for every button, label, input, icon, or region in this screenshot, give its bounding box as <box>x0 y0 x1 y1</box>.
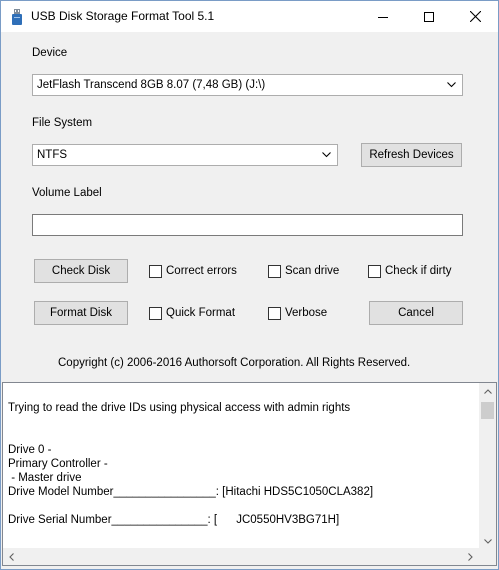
check-disk-button[interactable]: Check Disk <box>34 259 128 283</box>
checkbox-box[interactable] <box>268 264 281 278</box>
log-line: Trying to read the drive IDs using physi… <box>8 402 351 414</box>
scrollbar-corner <box>479 548 496 565</box>
minimize-button[interactable] <box>360 1 406 32</box>
chevron-left-icon <box>9 552 14 561</box>
format-disk-button[interactable]: Format Disk <box>34 301 128 325</box>
checkbox-box[interactable] <box>368 264 381 278</box>
close-button[interactable] <box>452 1 498 32</box>
filesystem-label: File System <box>32 117 93 129</box>
scan-drive-checkbox[interactable]: Scan drive <box>268 263 339 279</box>
chevron-down-icon <box>483 539 492 544</box>
quick-format-checkbox[interactable]: Quick Format <box>149 305 235 321</box>
close-icon <box>469 11 481 22</box>
correct-errors-label: Correct errors <box>166 265 237 277</box>
maximize-icon <box>424 11 434 22</box>
filesystem-select-value: NTFS <box>37 149 68 161</box>
minimize-icon <box>378 16 388 18</box>
device-select-value: JetFlash Transcend 8GB 8.07 (7,48 GB) (J… <box>37 79 266 91</box>
log-line: Primary Controller - <box>8 458 108 470</box>
correct-errors-checkbox[interactable]: Correct errors <box>149 263 237 279</box>
copyright-text: Copyright (c) 2006-2016 Authorsoft Corpo… <box>58 357 411 369</box>
usb-drive-icon <box>11 9 23 25</box>
quick-format-label: Quick Format <box>166 307 236 319</box>
scroll-up-button[interactable] <box>479 383 496 400</box>
checkbox-box[interactable] <box>268 306 281 320</box>
verbose-checkbox[interactable]: Verbose <box>268 305 327 321</box>
chevron-up-icon <box>483 389 492 394</box>
chevron-down-icon <box>447 82 456 88</box>
horizontal-scrollbar[interactable] <box>3 548 479 565</box>
log-line: - Master drive <box>8 472 82 484</box>
chevron-right-icon <box>468 552 473 561</box>
scroll-thumb[interactable] <box>481 402 494 419</box>
maximize-button[interactable] <box>406 1 452 32</box>
filesystem-select[interactable]: NTFS <box>32 144 338 166</box>
check-if-dirty-label: Check if dirty <box>385 265 452 277</box>
device-label: Device <box>32 47 68 59</box>
scan-drive-label: Scan drive <box>285 265 340 277</box>
scroll-left-button[interactable] <box>3 548 20 565</box>
log-output[interactable]: Trying to read the drive IDs using physi… <box>2 382 497 566</box>
log-line: Drive Model Number________________: [Hit… <box>8 486 374 498</box>
verbose-label: Verbose <box>285 307 328 319</box>
log-line: Drive 0 - <box>8 444 52 456</box>
checkbox-box[interactable] <box>149 264 162 278</box>
device-select[interactable]: JetFlash Transcend 8GB 8.07 (7,48 GB) (J… <box>32 74 463 96</box>
log-line: Drive Serial Number_______________: [ JC… <box>8 514 340 526</box>
refresh-devices-button[interactable]: Refresh Devices <box>361 143 462 167</box>
app-window: USB Disk Storage Format Tool 5.1 Device … <box>0 0 499 570</box>
title-bar[interactable]: USB Disk Storage Format Tool 5.1 <box>1 1 498 32</box>
volume-label-input[interactable] <box>32 214 463 236</box>
scroll-right-button[interactable] <box>462 548 479 565</box>
volume-label-label: Volume Label <box>32 187 102 199</box>
chevron-down-icon <box>322 152 331 158</box>
checkbox-box[interactable] <box>149 306 162 320</box>
check-if-dirty-checkbox[interactable]: Check if dirty <box>368 263 451 279</box>
window-title: USB Disk Storage Format Tool 5.1 <box>31 9 215 23</box>
vertical-scrollbar[interactable] <box>479 383 496 550</box>
cancel-button[interactable]: Cancel <box>369 301 463 325</box>
